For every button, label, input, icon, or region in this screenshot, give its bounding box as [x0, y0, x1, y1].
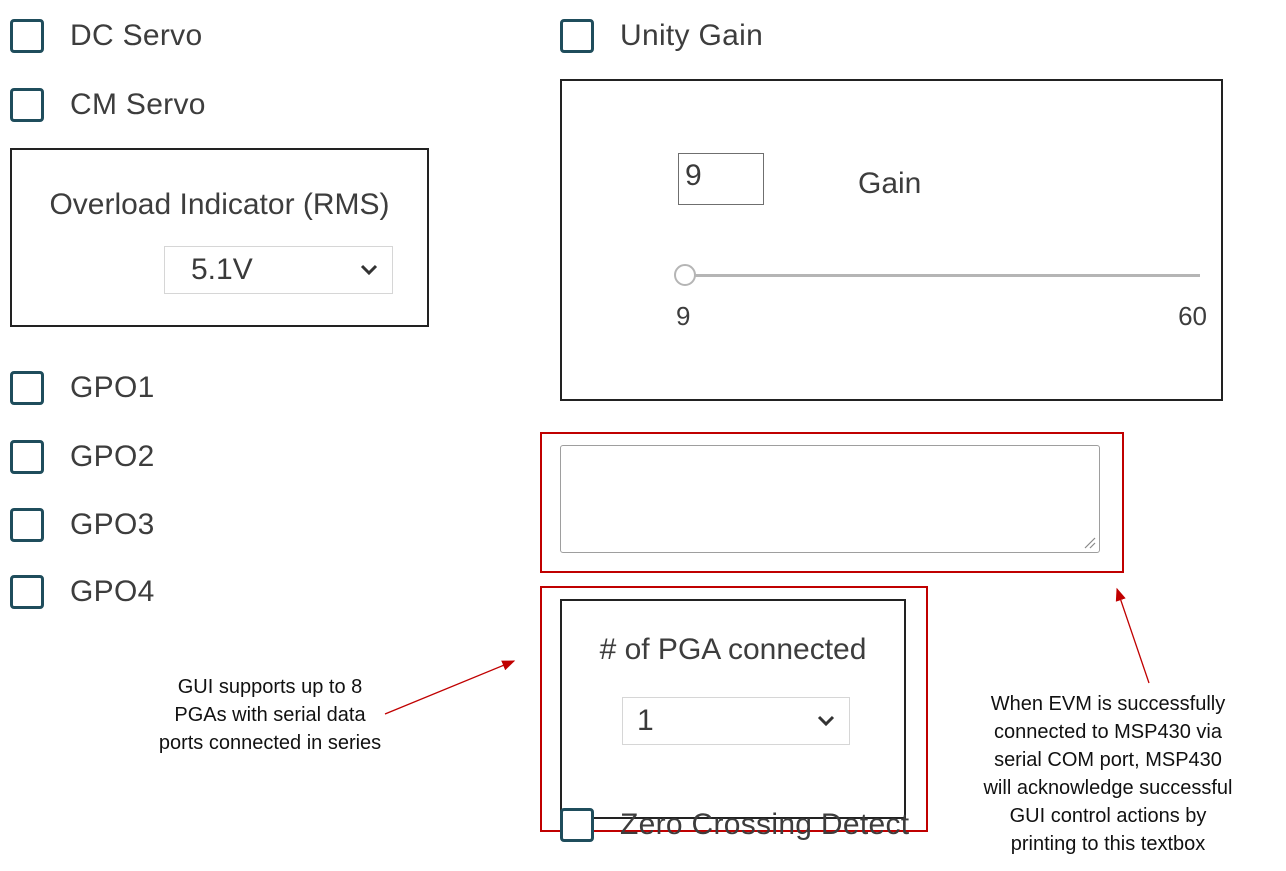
gpo3-label: GPO3 [70, 508, 155, 541]
cm-servo-label: CM Servo [70, 88, 206, 121]
gpo4-label: GPO4 [70, 575, 155, 608]
zero-crossing-checkbox[interactable] [560, 808, 594, 842]
textbox-annotation-line: When EVM is successfully [990, 693, 1226, 715]
gain-input[interactable]: 9 [678, 153, 764, 205]
dc-servo-checkbox-row[interactable]: DC Servo [10, 19, 202, 53]
dc-servo-label: DC Servo [70, 19, 203, 52]
gpo3-checkbox[interactable] [10, 508, 44, 542]
pga-annotation-line: PGAs with serial data [174, 704, 366, 726]
gain-slider-track [684, 274, 1200, 277]
chevron-down-icon [817, 715, 835, 727]
unity-gain-checkbox-row[interactable]: Unity Gain [560, 19, 763, 53]
log-textbox[interactable] [560, 445, 1100, 553]
pga-panel: # of PGA connected 1 [560, 599, 906, 819]
gpo3-checkbox-row[interactable]: GPO3 [10, 508, 155, 542]
pga-annotation: GUI supports up to 8 PGAs with serial da… [115, 673, 425, 757]
cm-servo-checkbox[interactable] [10, 88, 44, 122]
zero-crossing-checkbox-row[interactable]: Zero Crossing Detect [560, 808, 909, 842]
gpo2-label: GPO2 [70, 440, 155, 473]
gain-label: Gain [858, 167, 922, 200]
textbox-annotation-arrow [1115, 587, 1150, 684]
pga-annotation-line: ports connected in series [158, 732, 382, 754]
unity-gain-label: Unity Gain [620, 19, 764, 52]
gpo2-checkbox[interactable] [10, 440, 44, 474]
resize-handle-icon[interactable] [1082, 535, 1096, 549]
gpo1-checkbox-row[interactable]: GPO1 [10, 371, 155, 405]
overload-indicator-selected: 5.1V [191, 253, 253, 286]
gain-slider[interactable] [674, 263, 1200, 287]
overload-indicator-title: Overload Indicator (RMS) [49, 188, 390, 221]
textbox-annotation-line: GUI control actions by [1009, 805, 1207, 827]
gpo4-checkbox-row[interactable]: GPO4 [10, 575, 155, 609]
pga-count-select[interactable]: 1 [622, 697, 850, 745]
pga-annotation-line: GUI supports up to 8 [177, 676, 363, 698]
pga-title: # of PGA connected [599, 633, 867, 666]
gain-slider-min-label: 9 [676, 301, 691, 331]
gpo1-label: GPO1 [70, 371, 155, 404]
textbox-annotation-line: printing to this textbox [1010, 833, 1206, 855]
pga-count-selected: 1 [637, 704, 654, 737]
textbox-annotation-line: serial COM port, MSP430 [994, 749, 1222, 771]
gpo2-checkbox-row[interactable]: GPO2 [10, 440, 155, 474]
overload-indicator-select[interactable]: 5.1V [164, 246, 393, 294]
gain-panel: 9 Gain 9 60 [560, 79, 1223, 401]
gpo1-checkbox[interactable] [10, 371, 44, 405]
gain-slider-thumb[interactable] [674, 264, 696, 286]
textbox-annotation: When EVM is successfully connected to MS… [938, 690, 1278, 858]
gain-input-value: 9 [685, 159, 702, 192]
zero-crossing-label: Zero Crossing Detect [620, 808, 910, 841]
overload-indicator-panel: Overload Indicator (RMS) 5.1V [10, 148, 429, 327]
textbox-annotation-line: connected to MSP430 via [994, 721, 1222, 743]
gain-slider-max-label: 60 [1178, 301, 1207, 331]
chevron-down-icon [360, 264, 378, 276]
cm-servo-checkbox-row[interactable]: CM Servo [10, 88, 206, 122]
unity-gain-checkbox[interactable] [560, 19, 594, 53]
textbox-annotation-line: will acknowledge successful [983, 777, 1233, 799]
dc-servo-checkbox[interactable] [10, 19, 44, 53]
gpo4-checkbox[interactable] [10, 575, 44, 609]
